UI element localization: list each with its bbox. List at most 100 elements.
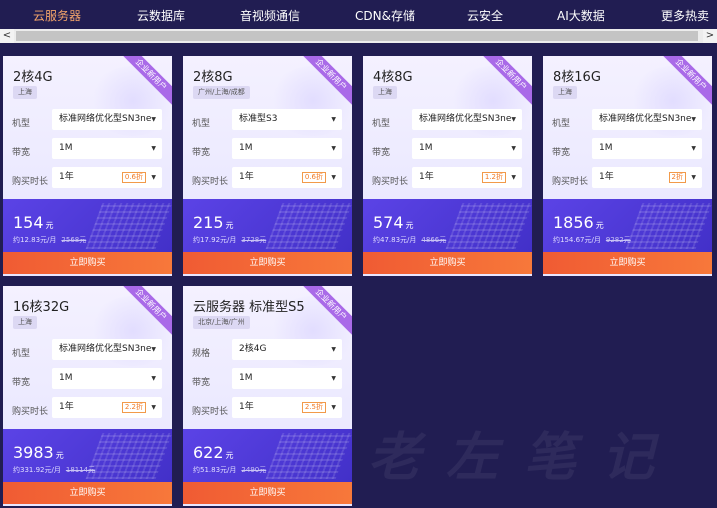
original-price: 4866元 [421,236,447,244]
type-select[interactable]: 标准网络优化型SN3ne ▼ [412,109,522,130]
scroll-right-icon[interactable]: > [703,29,717,43]
price-value: 622 [193,443,224,462]
monthly-price: 约331.92元/月 18114元 [13,465,95,475]
price-value: 215 [193,213,224,232]
product-card: 企业新用户 4核8G 上海 机型 标准网络优化型SN3ne ▼ 带宽 1M ▼ … [363,56,532,276]
horizontal-scrollbar[interactable]: < > [0,29,717,43]
duration-value: 1年 [419,172,434,182]
duration-value: 1年 [59,402,74,412]
type-select[interactable]: 标准网络优化型SN3ne ▼ [52,339,162,360]
price: 1856 元 [553,213,604,232]
region-tag: 上海 [13,86,37,99]
discount-badge: 2.5折 [301,402,326,413]
tab-cloud-security[interactable]: 云安全 [467,7,503,24]
tab-more-hot[interactable]: 更多热卖 [661,7,709,24]
duration-select[interactable]: 1年 1.2折 ▼ [412,167,522,188]
discount-badge: 2.2折 [121,402,146,413]
type-label: 机型 [12,119,31,129]
duration-select[interactable]: 1年 0.6折 ▼ [52,167,162,188]
type-value: 标准网络优化型SN3ne [599,114,692,124]
chevron-down-icon: ▼ [331,145,336,152]
original-price: 2568元 [61,236,87,244]
bandwidth-label: 带宽 [192,378,211,388]
monthly-price: 约51.83元/月 2490元 [193,465,266,475]
tab-cdn-storage[interactable]: CDN&存储 [355,7,415,24]
region-tag: 上海 [13,316,37,329]
price: 622 元 [193,443,234,462]
bandwidth-select[interactable]: 1M ▼ [52,368,162,389]
product-card: 企业新用户 云服务器 标准型S5 北京/上海/广州 规格 2核4G ▼ 带宽 1… [183,286,352,506]
card-title: 2核4G [13,70,53,85]
type-select[interactable]: 标准网络优化型SN3ne ▼ [592,109,702,130]
type-value: 标准网络优化型SN3ne [419,114,512,124]
tab-av-communication[interactable]: 音视频通信 [240,7,300,24]
monthly-value: 约17.92元/月 [193,236,237,244]
type-select[interactable]: 标准型S3 ▼ [232,109,342,130]
bandwidth-value: 1M [59,373,73,383]
tab-cloud-database[interactable]: 云数据库 [137,7,185,24]
bandwidth-select[interactable]: 1M ▼ [52,138,162,159]
price: 574 元 [373,213,414,232]
duration-select[interactable]: 1年 2.2折 ▼ [52,397,162,418]
scroll-thumb[interactable] [16,31,698,41]
card-title: 云服务器 标准型S5 [193,300,305,315]
buy-now-button[interactable]: 立即购买 [3,482,172,504]
price-panel: 154 元 约12.83元/月 2568元 [3,199,172,252]
price: 215 元 [193,213,234,232]
price-unit: 元 [55,451,64,460]
duration-label: 购买时长 [372,177,409,187]
buy-now-button[interactable]: 立即购买 [363,252,532,274]
type-value: 标准网络优化型SN3ne [59,344,152,354]
chevron-down-icon: ▼ [151,375,156,382]
duration-label: 购买时长 [12,407,49,417]
monthly-price: 约12.83元/月 2568元 [13,235,86,245]
price-unit: 元 [225,451,234,460]
type-label: 机型 [12,349,31,359]
bandwidth-select[interactable]: 1M ▼ [232,138,342,159]
buy-now-button[interactable]: 立即购买 [3,252,172,274]
monthly-price: 约154.67元/月 9282元 [553,235,631,245]
card-title: 4核8G [373,70,413,85]
buy-now-button[interactable]: 立即购买 [183,252,352,274]
monthly-value: 约331.92元/月 [13,466,61,474]
bandwidth-select[interactable]: 1M ▼ [232,368,342,389]
monthly-price: 约47.83元/月 4866元 [373,235,446,245]
product-card: 企业新用户 2核4G 上海 机型 标准网络优化型SN3ne ▼ 带宽 1M ▼ … [3,56,172,276]
price: 3983 元 [13,443,64,462]
duration-select[interactable]: 1年 2折 ▼ [592,167,702,188]
server-illustration [265,433,352,479]
bandwidth-value: 1M [239,373,253,383]
bandwidth-value: 1M [599,143,613,153]
type-value: 2核4G [239,344,267,354]
scroll-left-icon[interactable]: < [0,29,14,43]
tab-cloud-server[interactable]: 云服务器 [33,7,81,24]
buy-now-button[interactable]: 立即购买 [543,252,712,274]
duration-select[interactable]: 1年 0.6折 ▼ [232,167,342,188]
chevron-down-icon: ▼ [331,174,336,181]
region-tag: 北京/上海/广州 [193,316,250,329]
bandwidth-select[interactable]: 1M ▼ [592,138,702,159]
duration-select[interactable]: 1年 2.5折 ▼ [232,397,342,418]
type-select[interactable]: 2核4G ▼ [232,339,342,360]
price-panel: 622 元 约51.83元/月 2490元 [183,429,352,482]
discount-badge: 1.2折 [481,172,506,183]
buy-now-button[interactable]: 立即购买 [183,482,352,504]
price-unit: 元 [595,221,604,230]
watermark: 老左笔记 [368,428,681,488]
price-panel: 215 元 约17.92元/月 3728元 [183,199,352,252]
duration-value: 1年 [239,172,254,182]
price-panel: 1856 元 约154.67元/月 9282元 [543,199,712,252]
price-panel: 574 元 约47.83元/月 4866元 [363,199,532,252]
region-tag: 广州/上海/成都 [193,86,250,99]
type-select[interactable]: 标准网络优化型SN3ne ▼ [52,109,162,130]
monthly-value: 约47.83元/月 [373,236,417,244]
type-label: 机型 [552,119,571,129]
bandwidth-label: 带宽 [372,148,391,158]
price-value: 3983 [13,443,54,462]
price-unit: 元 [45,221,54,230]
type-label: 机型 [192,119,211,129]
bandwidth-label: 带宽 [192,148,211,158]
bandwidth-select[interactable]: 1M ▼ [412,138,522,159]
tab-ai-bigdata[interactable]: AI大数据 [557,7,605,24]
bandwidth-value: 1M [59,143,73,153]
